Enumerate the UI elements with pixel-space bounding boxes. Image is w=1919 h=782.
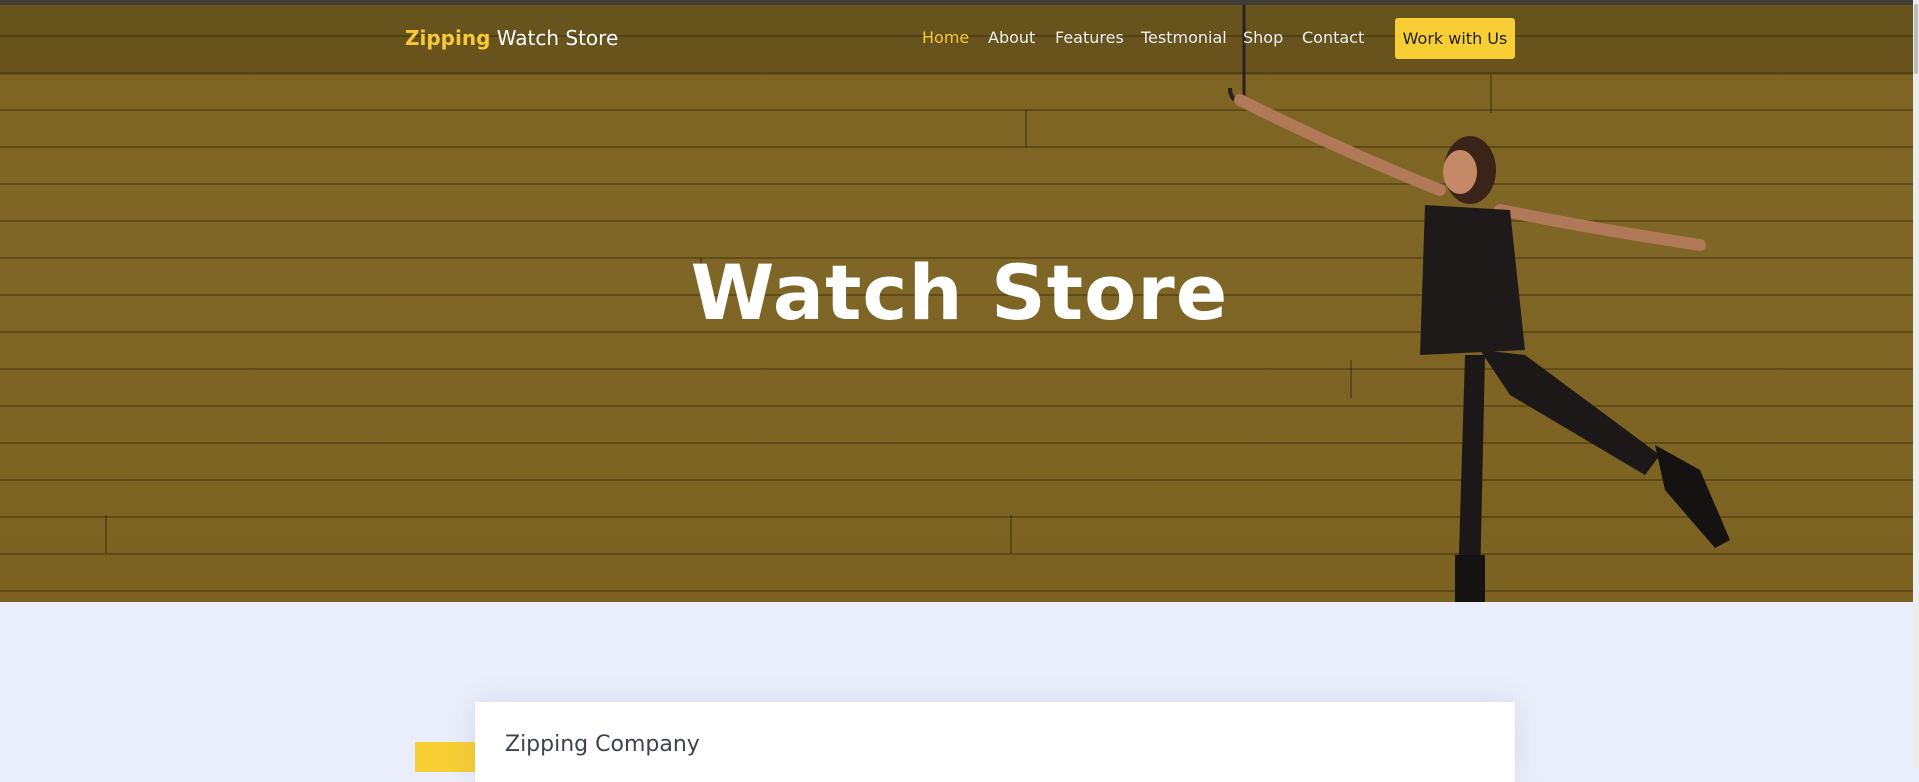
nav-shop[interactable]: Shop	[1243, 28, 1283, 47]
page-scrollbar[interactable]	[1913, 0, 1919, 768]
brand-accent: Zipping	[405, 26, 491, 50]
board-seam	[105, 515, 107, 553]
brand-logo[interactable]: Zipping Watch Store	[405, 26, 618, 50]
hero-title: Watch Store	[690, 248, 1229, 337]
board-seam	[1025, 110, 1027, 148]
work-with-us-button[interactable]: Work with Us	[1395, 18, 1515, 59]
top-border	[0, 0, 1919, 5]
card-title: Zipping Company	[505, 732, 700, 757]
brand-name: Watch Store	[490, 26, 619, 50]
nav-home[interactable]: Home	[922, 28, 969, 47]
nav-contact[interactable]: Contact	[1302, 28, 1364, 47]
company-card: Zipping Company	[475, 702, 1515, 782]
nav-features[interactable]: Features	[1055, 28, 1124, 47]
scrollbar-thumb[interactable]	[1914, 4, 1918, 74]
board-seam	[1010, 515, 1012, 553]
nav-testimonial[interactable]: Testmonial	[1141, 28, 1227, 47]
nav-about[interactable]: About	[988, 28, 1035, 47]
